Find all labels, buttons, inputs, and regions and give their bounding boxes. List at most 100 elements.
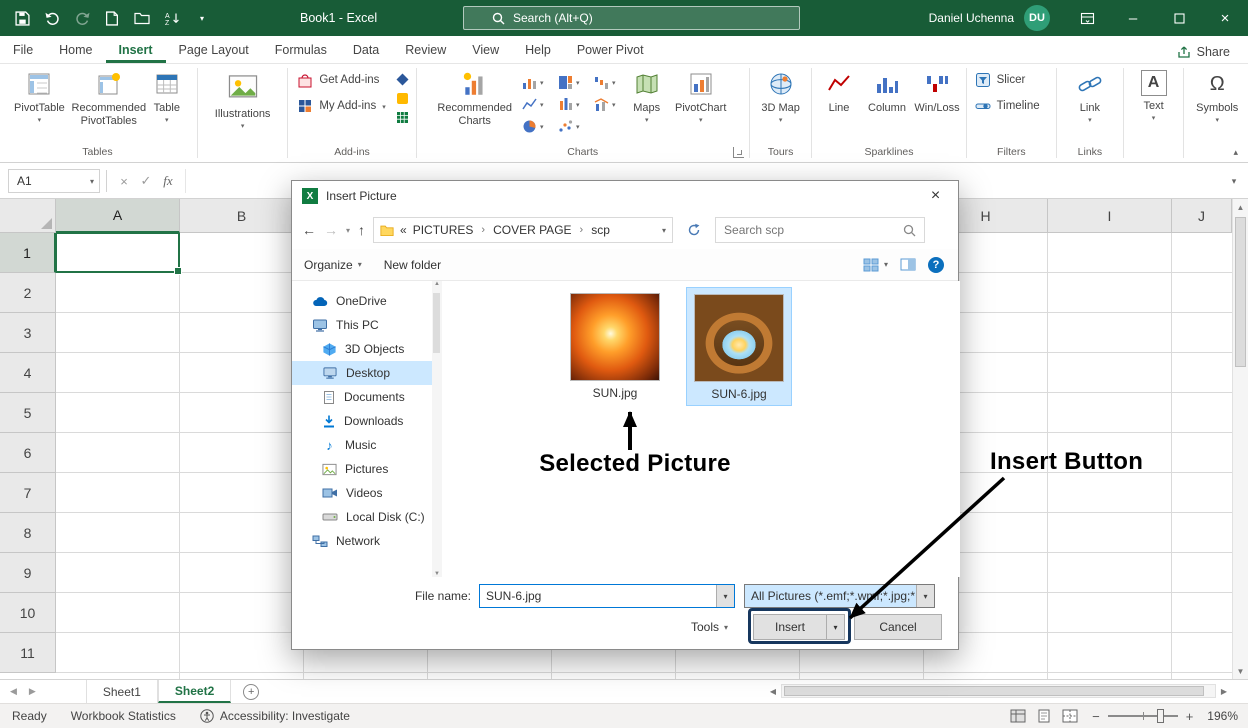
- sidebar-item-documents[interactable]: Documents: [292, 385, 432, 409]
- scroll-right-icon[interactable]: ▶: [1216, 687, 1232, 696]
- row-header-2[interactable]: 2: [0, 273, 56, 313]
- forward-icon[interactable]: →: [324, 222, 338, 238]
- tab-review[interactable]: Review: [392, 38, 459, 63]
- maximize-button[interactable]: [1156, 0, 1202, 36]
- sidebar-item-downloads[interactable]: Downloads: [292, 409, 432, 433]
- scroll-down-icon[interactable]: ▼: [1233, 663, 1248, 679]
- dialog-search-box[interactable]: Search scp: [715, 217, 925, 243]
- my-addins-button[interactable]: My Add-ins ▾: [291, 93, 391, 119]
- row-header-6[interactable]: 6: [0, 433, 56, 473]
- organize-button[interactable]: Organize▾: [304, 258, 362, 272]
- scroll-left-icon[interactable]: ◀: [765, 687, 781, 696]
- scatter-chart-button[interactable]: ▾: [551, 115, 587, 137]
- addin-diamond-icon[interactable]: [396, 73, 409, 86]
- scroll-up-icon[interactable]: ▲: [1233, 199, 1248, 215]
- recommended-charts-button[interactable]: Recommended Charts: [435, 67, 515, 127]
- column-header-a[interactable]: A: [56, 199, 180, 233]
- ribbon-display-options-icon[interactable]: [1064, 0, 1110, 36]
- row-header-4[interactable]: 4: [0, 353, 56, 393]
- get-addins-button[interactable]: Get Add-ins: [291, 67, 391, 93]
- normal-view-icon[interactable]: [1010, 709, 1026, 723]
- row-header-1[interactable]: 1: [0, 233, 56, 273]
- sidebar-item-3d-objects[interactable]: 3D Objects: [292, 337, 432, 361]
- row-header-3[interactable]: 3: [0, 313, 56, 353]
- insert-button[interactable]: Insert ▾: [753, 614, 845, 640]
- sparkline-winloss-button[interactable]: Win/Loss: [912, 67, 962, 115]
- preview-pane-icon[interactable]: [900, 258, 916, 271]
- sheet-tab-sheet1[interactable]: Sheet1: [86, 680, 158, 703]
- select-all-corner[interactable]: [0, 199, 56, 233]
- history-chevron-icon[interactable]: ▾: [346, 226, 350, 235]
- search-box[interactable]: Search (Alt+Q): [463, 6, 800, 30]
- zoom-level[interactable]: 196%: [1207, 709, 1238, 723]
- tab-view[interactable]: View: [459, 38, 512, 63]
- breadcrumb-pictures[interactable]: PICTURES: [413, 223, 474, 237]
- avatar[interactable]: DU: [1024, 5, 1050, 31]
- pie-chart-button[interactable]: ▾: [515, 115, 551, 137]
- address-bar[interactable]: « PICTURES › COVER PAGE › scp ▾: [373, 217, 673, 243]
- column-header-b[interactable]: B: [180, 199, 304, 233]
- tools-dropdown[interactable]: Tools▾: [691, 620, 728, 634]
- column-chart-button[interactable]: ▾: [515, 71, 551, 93]
- file-item-sun[interactable]: SUN.jpg: [562, 287, 668, 404]
- link-button[interactable]: Link ▾: [1073, 67, 1107, 125]
- file-type-dropdown-icon[interactable]: ▾: [916, 585, 934, 607]
- maps-button[interactable]: Maps ▾: [623, 67, 671, 125]
- cancel-entry-icon[interactable]: ×: [113, 174, 135, 189]
- page-layout-view-icon[interactable]: [1036, 709, 1052, 723]
- breadcrumb-cover-page[interactable]: COVER PAGE: [493, 223, 571, 237]
- selected-cell-a1[interactable]: [55, 232, 180, 273]
- enter-entry-icon[interactable]: ✓: [135, 173, 157, 189]
- vertical-scrollbar[interactable]: ▲ ▼: [1232, 199, 1248, 679]
- row-header-5[interactable]: 5: [0, 393, 56, 433]
- cancel-button[interactable]: Cancel: [854, 614, 942, 640]
- accessibility-status[interactable]: Accessibility: Investigate: [188, 709, 362, 723]
- row-header-8[interactable]: 8: [0, 513, 56, 553]
- horizontal-scrollbar[interactable]: ◀ ▶: [765, 682, 1232, 700]
- sidebar-item-pictures[interactable]: Pictures: [292, 457, 432, 481]
- sidebar-scroll-thumb[interactable]: [433, 293, 440, 353]
- hierarchy-chart-button[interactable]: ▾: [551, 71, 587, 93]
- sidebar-item-desktop[interactable]: Desktop: [292, 361, 432, 385]
- sheet-tab-sheet2[interactable]: Sheet2: [158, 680, 231, 703]
- sidebar-item-this-pc[interactable]: This PC: [292, 313, 432, 337]
- timeline-button[interactable]: Timeline: [969, 93, 1046, 119]
- column-header-i[interactable]: I: [1048, 199, 1172, 233]
- addin-yellow-icon[interactable]: [396, 92, 409, 105]
- page-break-view-icon[interactable]: [1062, 709, 1078, 723]
- sidebar-item-onedrive[interactable]: OneDrive: [292, 289, 432, 313]
- expand-formula-bar-icon[interactable]: ▾: [1220, 176, 1248, 187]
- table-button[interactable]: Table ▾: [150, 67, 184, 125]
- help-icon[interactable]: ?: [928, 257, 944, 273]
- workbook-statistics-button[interactable]: Workbook Statistics: [59, 709, 188, 723]
- sparkline-column-button[interactable]: Column: [862, 67, 912, 115]
- refresh-icon[interactable]: [681, 217, 707, 243]
- sort-az-icon[interactable]: AZ: [164, 10, 180, 26]
- tab-page-layout[interactable]: Page Layout: [166, 38, 262, 63]
- name-box[interactable]: A1 ▾: [8, 169, 100, 193]
- slicer-button[interactable]: Slicer: [969, 67, 1046, 93]
- sidebar-item-network[interactable]: Network: [292, 529, 432, 553]
- recommended-pivottables-button[interactable]: Recommended PivotTables: [68, 67, 150, 127]
- view-options-button[interactable]: ▾: [863, 258, 888, 272]
- insert-dropdown-icon[interactable]: ▾: [826, 615, 844, 639]
- redo-icon[interactable]: [74, 10, 90, 26]
- tab-insert[interactable]: Insert: [106, 38, 166, 63]
- dialog-close-icon[interactable]: ×: [913, 181, 958, 211]
- sparkline-line-button[interactable]: Line: [816, 67, 862, 115]
- text-button[interactable]: A Text ▾: [1138, 67, 1170, 123]
- tab-home[interactable]: Home: [46, 38, 105, 63]
- line-chart-button[interactable]: ▾: [515, 93, 551, 115]
- close-button[interactable]: ×: [1202, 0, 1248, 36]
- sidebar-item-music[interactable]: ♪ Music: [292, 433, 432, 457]
- charts-dialog-launcher-icon[interactable]: [733, 147, 744, 158]
- new-folder-button[interactable]: New folder: [384, 258, 441, 272]
- row-header-11[interactable]: 11: [0, 633, 56, 673]
- sidebar-item-videos[interactable]: Videos: [292, 481, 432, 505]
- collapse-ribbon-icon[interactable]: ▴: [1233, 147, 1238, 158]
- customize-qat-chevron-icon[interactable]: ▾: [194, 10, 210, 26]
- breadcrumb-scp[interactable]: scp: [591, 223, 610, 237]
- minimize-button[interactable]: –: [1110, 0, 1156, 36]
- pivottable-button[interactable]: PivotTable ▾: [11, 67, 68, 125]
- pivotchart-button[interactable]: PivotChart ▾: [671, 67, 731, 125]
